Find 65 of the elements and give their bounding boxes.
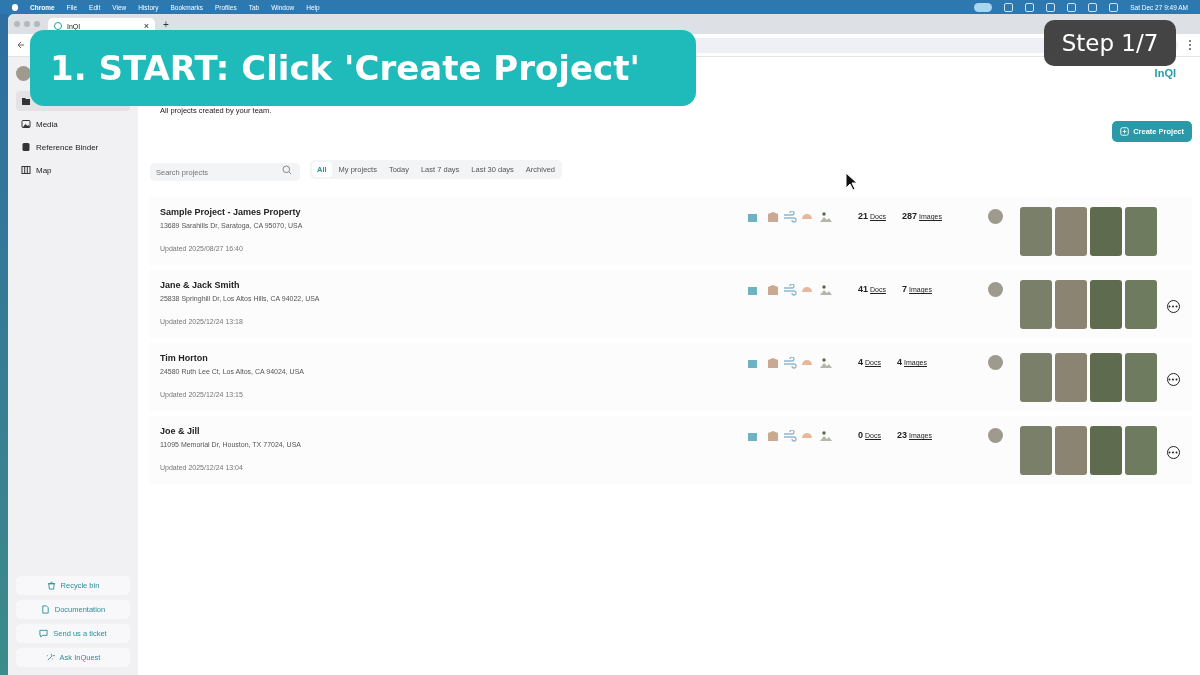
photo-placeholder[interactable] [1125, 426, 1157, 475]
photo-placeholder[interactable] [1090, 207, 1122, 256]
map-icon [21, 165, 31, 175]
binder-icon [21, 142, 31, 152]
image-icon [21, 119, 31, 129]
folder-icon [21, 96, 31, 106]
photo-placeholder[interactable] [1125, 353, 1157, 402]
back-icon[interactable] [16, 40, 26, 50]
sidebar-item[interactable]: Map [16, 160, 130, 180]
images-count: 287 [901, 211, 917, 221]
sidebar-item[interactable]: Media [16, 114, 130, 134]
docs-count: 4 [858, 357, 863, 367]
step-counter-tooltip: Step 1/7 [1044, 20, 1176, 66]
status-icon[interactable] [1046, 2, 1056, 12]
photo-placeholder[interactable] [1090, 280, 1122, 329]
document-icon [40, 605, 50, 614]
photo-placeholder[interactable] [1020, 207, 1052, 256]
tutorial-tooltip: 1. START: Click 'Create Project' [30, 30, 696, 106]
photo-placeholder[interactable] [1055, 353, 1087, 402]
docs-count: 21 [858, 211, 868, 221]
more-options-button[interactable] [1166, 373, 1180, 386]
window-controls-icon[interactable] [14, 21, 40, 27]
more-options-button[interactable] [1166, 446, 1180, 459]
photo-placeholder[interactable] [1020, 426, 1052, 475]
project-name: Joe & Jill [160, 426, 201, 436]
member-avatar [988, 428, 1003, 443]
project-name: Jane & Jack Smith [160, 280, 241, 290]
project-name: Tim Horton [160, 353, 209, 363]
project-name: Sample Project - James Property [160, 207, 302, 217]
images-count: 7 [901, 284, 907, 294]
docs-count: 0 [858, 430, 863, 440]
status-pill-icon[interactable] [974, 2, 993, 12]
chat-icon [39, 629, 49, 638]
status-icon[interactable] [1025, 2, 1035, 12]
status-icon[interactable] [1004, 2, 1014, 12]
photo-placeholder[interactable] [1090, 426, 1122, 475]
ellipsis-icon [1168, 305, 1178, 308]
member-avatar [988, 209, 1003, 224]
photo-placeholder[interactable] [1020, 353, 1052, 402]
trash-icon [46, 581, 56, 590]
mouse-cursor-icon [845, 172, 859, 192]
photo-placeholder[interactable] [1125, 207, 1157, 256]
sidebar-item[interactable]: Reference Binder [16, 137, 130, 157]
photo-placeholder[interactable] [1055, 426, 1087, 475]
plus-icon [1120, 127, 1130, 136]
status-icon[interactable] [1067, 2, 1077, 12]
ellipsis-icon [1168, 378, 1178, 381]
images-count: 4 [896, 357, 902, 367]
photo-placeholder[interactable] [1055, 207, 1087, 256]
photo-placeholder[interactable] [1090, 353, 1122, 402]
status-icon[interactable] [1088, 2, 1098, 12]
new-tab-button[interactable]: + [163, 18, 169, 30]
photo-placeholder[interactable] [1125, 280, 1157, 329]
search-icon[interactable] [282, 164, 292, 175]
docs-count: 41 [858, 284, 868, 294]
sparkle-icon [45, 653, 55, 662]
status-icon[interactable] [1109, 2, 1119, 12]
photo-placeholder[interactable] [1055, 280, 1087, 329]
ellipsis-icon [1168, 451, 1178, 454]
member-avatar [988, 282, 1003, 297]
photo-placeholder[interactable] [1020, 280, 1052, 329]
member-avatar [988, 355, 1003, 370]
more-options-button[interactable] [1166, 300, 1180, 313]
more-icon[interactable] [1188, 39, 1192, 51]
images-count: 23 [896, 430, 907, 440]
